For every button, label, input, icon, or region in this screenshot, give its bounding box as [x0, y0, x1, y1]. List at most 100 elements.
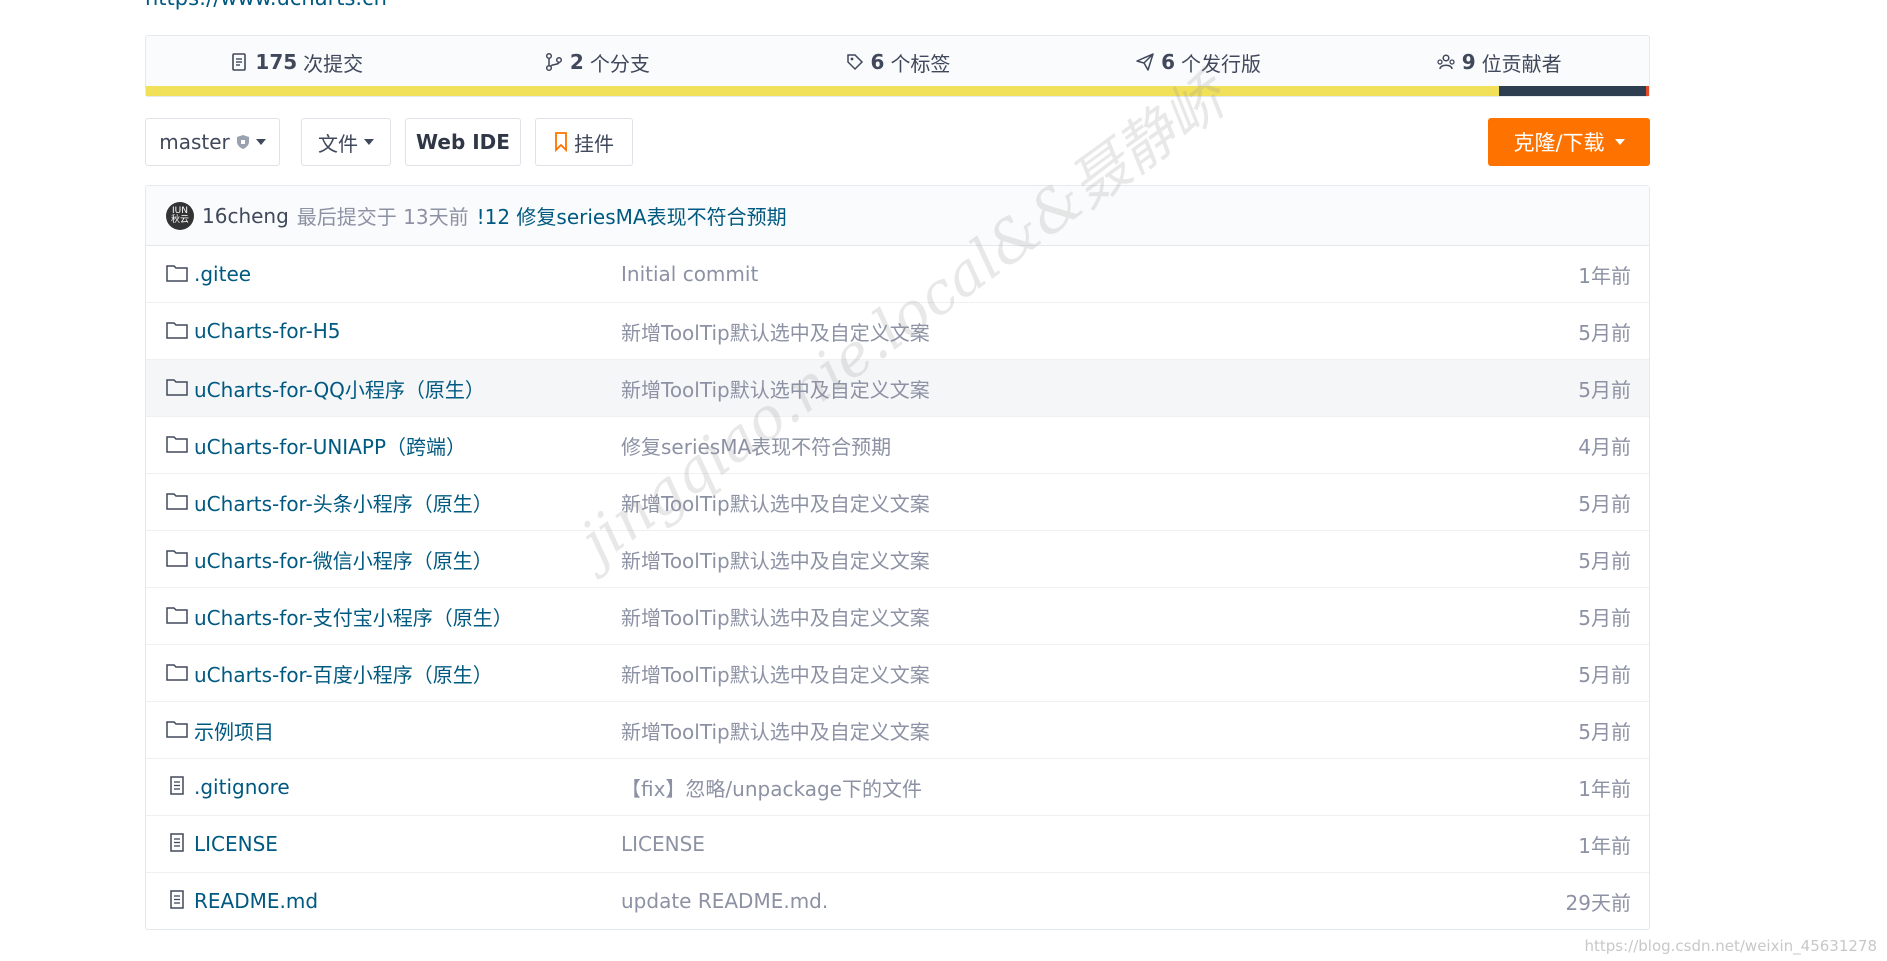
file-name-link[interactable]: uCharts-for-支付宝小程序（原生）	[194, 602, 513, 631]
chevron-down-icon	[364, 139, 374, 145]
files-dropdown[interactable]: 文件	[301, 118, 391, 166]
file-commit-message[interactable]: 新增ToolTip默认选中及自定义文案	[621, 317, 930, 346]
file-commit-message[interactable]: Initial commit	[621, 262, 758, 286]
releases-count: 6	[1161, 50, 1176, 74]
file-name-link[interactable]: uCharts-for-头条小程序（原生）	[194, 488, 493, 517]
avatar[interactable]: IUN 秋云	[166, 201, 194, 230]
files-label: 文件	[318, 131, 358, 156]
repo-summary-bar: 175 次提交 2 个分支 6 个标签 6 个发行版 9 位贡献者	[145, 35, 1650, 97]
file-name-link[interactable]: uCharts-for-UNIAPP（跨端）	[194, 431, 466, 460]
chevron-down-icon	[1614, 139, 1625, 145]
file-commit-message[interactable]: 【fix】忽略/unpackage下的文件	[621, 773, 922, 802]
file-commit-message[interactable]: 新增ToolTip默认选中及自定义文案	[621, 659, 930, 688]
file-name-link[interactable]: .gitignore	[194, 775, 290, 799]
tags-count: 6	[870, 50, 885, 74]
file-row[interactable]: LICENSE LICENSE 1年前	[146, 816, 1649, 873]
tags-label: 个标签	[890, 51, 951, 76]
file-time: 5月前	[1578, 377, 1631, 402]
clone-label: 克隆/下载	[1513, 131, 1605, 155]
branches-label: 个分支	[589, 51, 650, 76]
commit-author[interactable]: 16cheng	[202, 204, 289, 228]
file-name-link[interactable]: uCharts-for-H5	[194, 319, 340, 343]
footer-url: https://blog.csdn.net/weixin_45631278	[1584, 937, 1877, 955]
contributors-icon	[1437, 54, 1455, 70]
file-row[interactable]: README.md update README.md. 29天前	[146, 873, 1649, 929]
file-commit-message[interactable]: 新增ToolTip默认选中及自定义文案	[621, 545, 930, 574]
commits-summary[interactable]: 175 次提交	[146, 48, 447, 77]
file-row[interactable]: uCharts-for-头条小程序（原生） 新增ToolTip默认选中及自定义文案…	[146, 474, 1649, 531]
folder-icon	[166, 434, 188, 454]
repo-toolbar: master 文件 Web IDE 挂件 克隆/下载	[145, 118, 1650, 166]
branch-label: master	[159, 130, 230, 154]
branches-summary[interactable]: 2 个分支	[447, 48, 748, 77]
contributors-summary[interactable]: 9 位贡献者	[1348, 48, 1649, 77]
file-row[interactable]: .gitee Initial commit 1年前	[146, 246, 1649, 303]
language-bar	[146, 86, 1649, 96]
contributors-count: 9	[1461, 50, 1476, 74]
file-commit-message[interactable]: 修复seriesMA表现不符合预期	[621, 431, 891, 460]
file-row[interactable]: uCharts-for-微信小程序（原生） 新增ToolTip默认选中及自定义文案…	[146, 531, 1649, 588]
file-name-link[interactable]: README.md	[194, 889, 318, 913]
file-name-link[interactable]: uCharts-for-微信小程序（原生）	[194, 545, 493, 574]
file-time: 1年前	[1578, 263, 1631, 288]
file-commit-message[interactable]: 新增ToolTip默认选中及自定义文案	[621, 716, 930, 745]
file-table: IUN 秋云 16cheng 最后提交于 13天前 !12 修复seriesMA表…	[145, 185, 1650, 930]
file-commit-message[interactable]: LICENSE	[621, 832, 705, 856]
branch-icon	[545, 52, 562, 72]
clone-download-button[interactable]: 克隆/下载	[1488, 118, 1650, 166]
file-name-link[interactable]: uCharts-for-QQ小程序（原生）	[194, 374, 485, 403]
commit-icon	[232, 53, 247, 71]
releases-summary[interactable]: 6 个发行版	[1048, 48, 1349, 77]
file-row[interactable]: uCharts-for-QQ小程序（原生） 新增ToolTip默认选中及自定义文案…	[146, 360, 1649, 417]
file-time: 5月前	[1578, 719, 1631, 744]
file-name-link[interactable]: LICENSE	[194, 832, 278, 856]
release-icon	[1136, 53, 1154, 71]
file-row[interactable]: uCharts-for-百度小程序（原生） 新增ToolTip默认选中及自定义文案…	[146, 645, 1649, 702]
file-time: 5月前	[1578, 491, 1631, 516]
tags-summary[interactable]: 6 个标签	[747, 48, 1048, 77]
widget-button[interactable]: 挂件	[535, 118, 633, 166]
branch-select[interactable]: master	[145, 118, 280, 166]
commits-count: 175	[255, 50, 298, 74]
folder-icon	[166, 320, 188, 340]
latest-commit-row: IUN 秋云 16cheng 最后提交于 13天前 !12 修复seriesMA表…	[146, 186, 1649, 246]
file-commit-message[interactable]: 新增ToolTip默认选中及自定义文案	[621, 374, 930, 403]
file-time: 4月前	[1578, 434, 1631, 459]
language-segment	[1498, 86, 1646, 96]
folder-icon	[166, 548, 188, 568]
folder-icon	[166, 605, 188, 625]
file-icon	[166, 890, 188, 910]
file-time: 5月前	[1578, 605, 1631, 630]
file-row[interactable]: uCharts-for-UNIAPP（跨端） 修复seriesMA表现不符合预期 4…	[146, 417, 1649, 474]
folder-icon	[166, 719, 188, 739]
repo-url-link[interactable]: https://www.ucharts.cn	[145, 0, 387, 10]
folder-icon	[166, 263, 188, 283]
folder-icon	[166, 377, 188, 397]
language-segment	[1645, 86, 1649, 96]
file-commit-message[interactable]: 新增ToolTip默认选中及自定义文案	[621, 602, 930, 631]
shield-icon	[236, 135, 249, 149]
chevron-down-icon	[255, 139, 266, 145]
web-ide-button[interactable]: Web IDE	[405, 118, 521, 166]
file-commit-message[interactable]: update README.md.	[621, 889, 828, 913]
commit-message-link[interactable]: !12 修复seriesMA表现不符合预期	[477, 201, 787, 230]
file-row[interactable]: uCharts-for-支付宝小程序（原生） 新增ToolTip默认选中及自定义文…	[146, 588, 1649, 645]
file-icon	[166, 776, 188, 796]
file-commit-message[interactable]: 新增ToolTip默认选中及自定义文案	[621, 488, 930, 517]
folder-icon	[166, 491, 188, 511]
avatar-text-bottom: 秋云	[170, 214, 189, 225]
web-ide-label: Web IDE	[416, 130, 510, 154]
commits-label: 次提交	[303, 51, 364, 76]
file-time: 5月前	[1578, 662, 1631, 687]
file-name-link[interactable]: .gitee	[194, 262, 251, 286]
file-name-link[interactable]: uCharts-for-百度小程序（原生）	[194, 659, 493, 688]
file-row[interactable]: uCharts-for-H5 新增ToolTip默认选中及自定义文案 5月前	[146, 303, 1649, 360]
file-row[interactable]: 示例项目 新增ToolTip默认选中及自定义文案 5月前	[146, 702, 1649, 759]
file-time: 29天前	[1565, 890, 1631, 915]
widget-label: 挂件	[574, 131, 614, 156]
file-name-link[interactable]: 示例项目	[194, 716, 274, 745]
contributors-label: 位贡献者	[1481, 51, 1562, 76]
file-time: 5月前	[1578, 320, 1631, 345]
file-row[interactable]: .gitignore 【fix】忽略/unpackage下的文件 1年前	[146, 759, 1649, 816]
tag-icon	[846, 54, 863, 71]
